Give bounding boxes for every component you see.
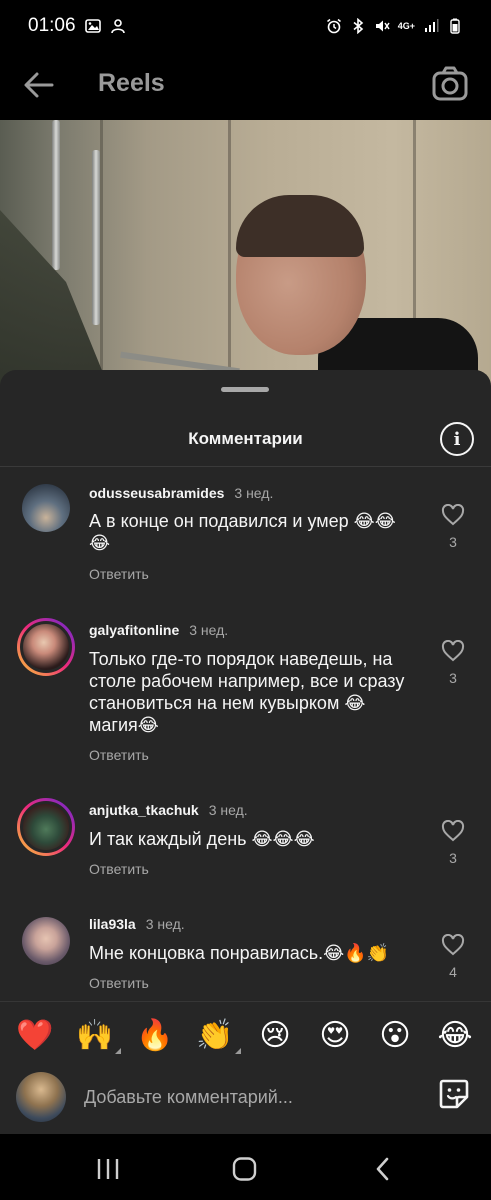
heart-icon[interactable] [441,820,465,842]
heart-icon[interactable] [441,504,465,526]
status-time: 01:06 [28,15,76,36]
mute-icon [375,20,390,32]
cabinet-handle [52,120,60,270]
network-type: 4G+ [397,20,415,31]
emoji-crying-button[interactable]: 😢 [255,1016,295,1056]
skin-tone-indicator [235,1048,241,1054]
comment-time: 3 нед. [145,916,185,932]
like-count: 3 [449,534,457,550]
back-icon[interactable] [370,1157,398,1181]
reel-video[interactable] [0,120,491,390]
emoji-clap-glyph: 👏 [196,1018,234,1053]
reply-button[interactable]: Ответить [89,861,149,877]
camera-icon[interactable] [431,65,469,103]
recent-apps-icon[interactable] [94,1157,122,1181]
comment-composer [0,1067,491,1134]
reply-button[interactable]: Ответить [89,566,149,582]
drag-handle[interactable] [221,387,269,392]
alarm-icon [326,18,341,34]
page-title: Reels [98,69,165,97]
reply-button[interactable]: Ответить [89,747,149,763]
like-count: 3 [449,670,457,686]
person-hair [236,195,364,257]
comment-text: Только где-то порядок наведешь, на столе… [89,649,405,735]
bluetooth-icon [353,18,363,34]
cabinet-handle [92,150,100,325]
comments-title: Комментарии [188,429,303,448]
emoji-heart-eyes-button[interactable]: 😍 [315,1016,355,1056]
comment-input[interactable] [84,1084,414,1110]
status-bar: 01:06 4G+ [0,0,491,52]
back-arrow-icon[interactable] [22,68,56,102]
status-left: 01:06 [28,15,126,37]
reels-header: Reels [0,52,491,120]
avatar[interactable] [22,484,70,532]
emoji-raised-hands-button[interactable]: 🙌 [75,1016,121,1056]
emoji-clap-button[interactable]: 👏 [195,1016,241,1056]
avatar[interactable] [17,618,75,676]
emoji-fire-button[interactable]: 🔥 [135,1016,175,1056]
divider [0,466,491,467]
avatar[interactable] [22,917,70,965]
signal-icon [425,19,439,32]
battery-icon [450,18,460,34]
avatar[interactable] [17,798,75,856]
reply-button[interactable]: Ответить [89,975,149,991]
info-icon[interactable]: i [440,422,474,456]
status-right: 4G+ [326,18,463,34]
comment-time: 3 нед. [234,485,274,501]
avatar [16,1072,66,1122]
like-count: 3 [449,850,457,866]
comment-time: 3 нед. [208,802,248,818]
comment-username[interactable]: anjutka_tkachuk [89,802,199,818]
comment-text: Мне концовка понравилась.😂🔥👏 [89,943,390,963]
comment-username[interactable]: odusseusabramides [89,485,224,501]
cabinet-edge [100,120,103,390]
comment-username[interactable]: lila93la [89,916,136,932]
emoji-reaction-bar: ❤️ 🙌 🔥 👏 😢 😍 😮 😂 [0,1001,491,1067]
gallery-icon [84,19,101,33]
comment-time: 3 нед. [189,622,229,638]
emoji-laughing-button[interactable]: 😂 [435,1016,475,1056]
emoji-heart-button[interactable]: ❤️ [15,1016,55,1056]
system-nav-bar [0,1134,491,1200]
emoji-surprised-button[interactable]: 😮 [375,1016,415,1056]
comment-text: И так каждый день 😂😂😂 [89,829,315,849]
skin-tone-indicator [115,1048,121,1054]
cabinet-edge [228,120,231,390]
sticker-icon[interactable] [437,1077,471,1111]
emoji-raised-hands-glyph: 🙌 [76,1018,114,1053]
notification-icon [110,19,125,34]
comment-username[interactable]: galyafitonline [89,622,179,638]
heart-icon[interactable] [441,934,465,956]
heart-icon[interactable] [441,640,465,662]
like-count: 4 [449,964,457,980]
comment-text: А в конце он подавился и умер 😂😂😂 [89,511,396,553]
home-icon[interactable] [231,1157,259,1181]
